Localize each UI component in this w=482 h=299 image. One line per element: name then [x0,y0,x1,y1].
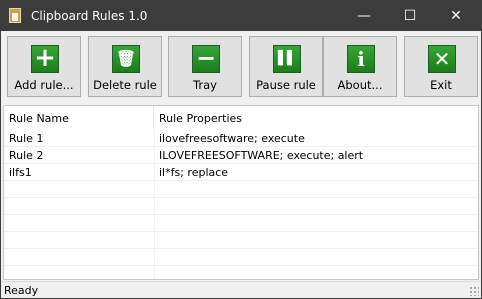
close-window-button[interactable]: ✕ [433,1,479,31]
grid-line [4,248,478,249]
table-row[interactable]: Rule 1 ilovefreesoftware; execute [4,130,478,147]
rules-list[interactable]: Rule Name Rule Properties Rule 1 ilovefr… [3,105,479,280]
tray-button[interactable]: − Tray [168,36,242,97]
x-icon: ✕ [428,45,456,73]
about-label: About... [337,78,383,92]
minimize-button[interactable]: — [341,1,387,31]
grid-line [4,231,478,232]
rule-properties-cell: ILOVEFREESOFTWARE; execute; alert [159,149,364,162]
rule-name-cell: Rule 1 [9,132,44,145]
table-row[interactable]: Rule 2 ILOVEFREESOFTWARE; execute; alert [4,147,478,164]
grid-line [4,265,478,266]
toolbar: + Add rule... 🗑 Delete rule − Tray ▌▌ Pa… [1,31,481,103]
delete-rule-button[interactable]: 🗑 Delete rule [88,36,162,97]
grid-line [4,197,478,198]
table-row[interactable]: ilfs1 il*fs; replace [4,164,478,181]
rule-properties-cell: ilovefreesoftware; execute [159,132,305,145]
grid-line [4,146,478,147]
grid-line [4,180,478,181]
column-header-rule-name[interactable]: Rule Name [4,106,154,130]
maximize-button[interactable]: ☐ [387,1,433,31]
clipboard-icon [9,8,21,23]
exit-button[interactable]: ✕ Exit [404,36,478,97]
pause-icon: ▌▌ [273,45,301,73]
rule-name-cell: ilfs1 [9,166,32,179]
title-bar[interactable]: Clipboard Rules 1.0 — ☐ ✕ [1,1,481,31]
pause-rule-button[interactable]: ▌▌ Pause rule [249,36,323,97]
pause-rule-label: Pause rule [256,78,316,92]
grid-line [4,163,478,164]
about-button[interactable]: i About... [323,36,397,97]
minus-icon: − [192,45,220,73]
column-divider [154,130,155,279]
add-rule-button[interactable]: + Add rule... [7,36,81,97]
rule-name-cell: Rule 2 [9,149,44,162]
info-icon: i [347,45,375,73]
status-bar: Ready [1,281,481,298]
exit-label: Exit [430,78,452,92]
app-window: Clipboard Rules 1.0 — ☐ ✕ + Add rule... … [0,0,482,299]
tray-label: Tray [193,78,217,92]
delete-rule-label: Delete rule [93,78,157,92]
rule-properties-cell: il*fs; replace [159,166,229,179]
trash-icon: 🗑 [112,45,140,73]
add-rule-label: Add rule... [14,78,74,92]
column-header-rule-properties[interactable]: Rule Properties [154,106,474,130]
grid-line [4,214,478,215]
plus-icon: + [31,45,59,73]
list-header: Rule Name Rule Properties [4,106,478,130]
resize-grip-icon[interactable] [469,286,479,296]
window-title: Clipboard Rules 1.0 [31,9,148,23]
status-text: Ready [4,284,39,297]
